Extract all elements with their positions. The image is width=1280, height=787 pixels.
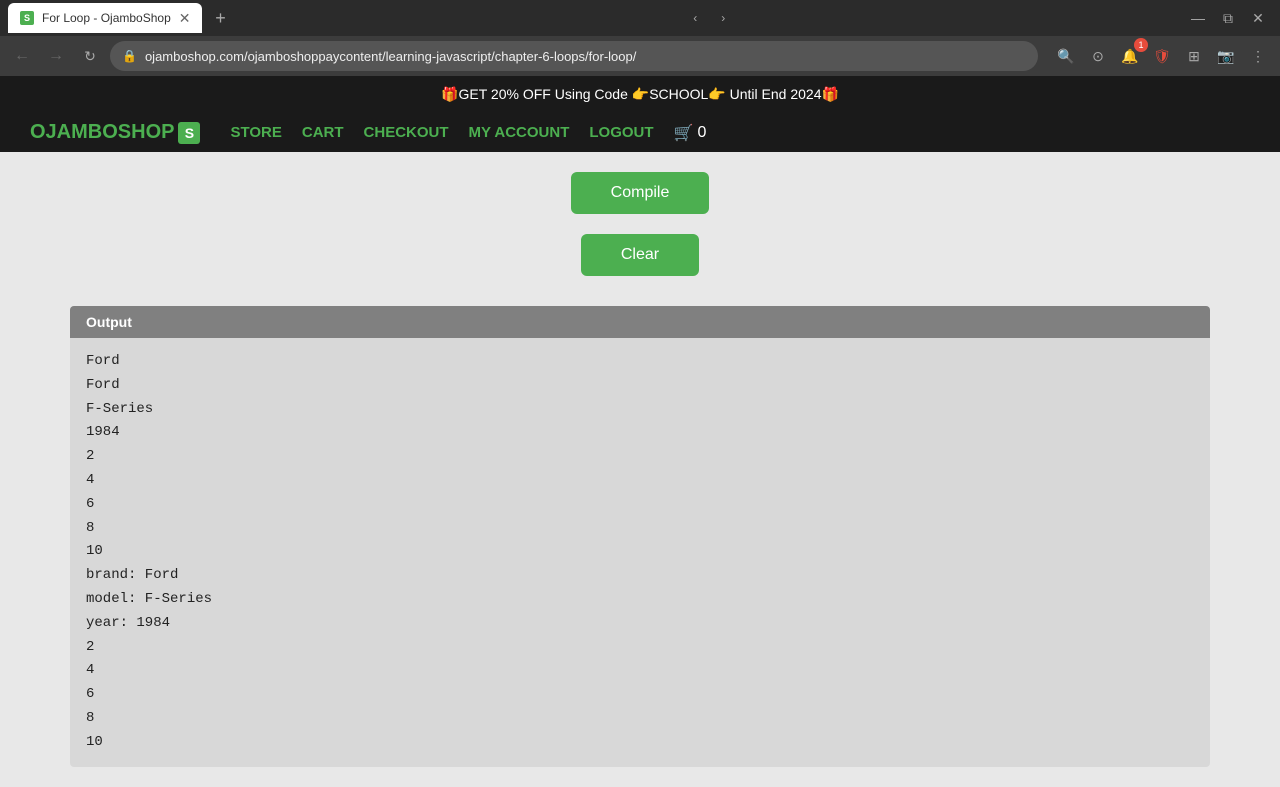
output-header: Output: [70, 306, 1210, 338]
close-window-button[interactable]: ✕: [1244, 4, 1272, 32]
extensions-button[interactable]: 🛡: [1148, 42, 1176, 70]
nav-store[interactable]: STORE: [230, 124, 281, 141]
tab-favicon: S: [20, 11, 34, 25]
nav-cart[interactable]: CART: [302, 124, 344, 141]
output-line: 4: [86, 469, 1194, 493]
reload-button[interactable]: ↻: [76, 42, 104, 70]
restore-button[interactable]: ⧉: [1214, 4, 1242, 32]
main-content: Compile Clear Output FordFordF-Series198…: [0, 152, 1280, 787]
tab-close-button[interactable]: ✕: [179, 10, 191, 27]
search-button[interactable]: 🔍: [1052, 42, 1080, 70]
logo-s: S: [178, 122, 200, 144]
cart-count: 0: [697, 124, 706, 142]
output-line: F-Series: [86, 398, 1194, 422]
output-line: 4: [86, 659, 1194, 683]
url-text: ojamboshop.com/ojamboshoppaycontent/lear…: [145, 49, 1026, 64]
tab-title: For Loop - OjamboShop: [42, 11, 171, 25]
compile-button[interactable]: Compile: [571, 172, 710, 214]
security-icon: 🔒: [122, 49, 137, 63]
clear-button[interactable]: Clear: [581, 234, 699, 276]
output-line: year: 1984: [86, 612, 1194, 636]
address-bar-row: ← → ↻ 🔒 ojamboshop.com/ojamboshoppaycont…: [0, 36, 1280, 76]
nav-links: STORE CART CHECKOUT MY ACCOUNT LOGOUT 🛒0: [230, 123, 706, 143]
tab-bar-controls: ‹ ›: [683, 6, 735, 30]
website: 🎁GET 20% OFF Using Code 👉SCHOOL👉 Until E…: [0, 76, 1280, 787]
output-line: Ford: [86, 350, 1194, 374]
active-tab[interactable]: S For Loop - OjamboShop ✕: [8, 3, 202, 33]
cart-icon-container[interactable]: 🛒0: [674, 123, 707, 143]
notification-button[interactable]: 🔔 1: [1116, 42, 1144, 70]
back-button[interactable]: ←: [8, 42, 36, 70]
output-line: 2: [86, 636, 1194, 660]
tab-scroll-left[interactable]: ‹: [683, 6, 707, 30]
output-line: model: F-Series: [86, 588, 1194, 612]
promo-text: 🎁GET 20% OFF Using Code 👉SCHOOL👉 Until E…: [441, 86, 839, 102]
output-body: FordFordF-Series1984246810brand: Fordmod…: [70, 338, 1210, 767]
sidebar-button[interactable]: ⊞: [1180, 42, 1208, 70]
output-line: 8: [86, 517, 1194, 541]
navbar: OJAMBOSHOP S STORE CART CHECKOUT MY ACCO…: [0, 113, 1280, 152]
output-line: 2: [86, 445, 1194, 469]
logo-text: OJAMBOSHOP: [30, 121, 174, 144]
new-tab-button[interactable]: +: [206, 4, 234, 32]
tab-bar: S For Loop - OjamboShop ✕ + ‹ › — ⧉ ✕: [0, 0, 1280, 36]
nav-logout[interactable]: LOGOUT: [589, 124, 653, 141]
output-section: Output FordFordF-Series1984246810brand: …: [70, 306, 1210, 767]
settings-button[interactable]: ⋮: [1244, 42, 1272, 70]
browser-chrome: S For Loop - OjamboShop ✕ + ‹ › — ⧉ ✕ ← …: [0, 0, 1280, 76]
screenshot-button[interactable]: 📷: [1212, 42, 1240, 70]
cart-emoji: 🛒: [674, 123, 694, 143]
browser-actions: 🔍 ⊙ 🔔 1 🛡 ⊞ 📷 ⋮: [1052, 42, 1272, 70]
output-line: Ford: [86, 374, 1194, 398]
promo-bar: 🎁GET 20% OFF Using Code 👉SCHOOL👉 Until E…: [0, 76, 1280, 113]
logo[interactable]: OJAMBOSHOP S: [30, 121, 200, 144]
output-line: 8: [86, 707, 1194, 731]
minimize-button[interactable]: —: [1184, 4, 1212, 32]
output-line: 6: [86, 683, 1194, 707]
output-line: 10: [86, 540, 1194, 564]
output-line: 6: [86, 493, 1194, 517]
forward-button[interactable]: →: [42, 42, 70, 70]
share-button[interactable]: ⊙: [1084, 42, 1112, 70]
nav-checkout[interactable]: CHECKOUT: [364, 124, 449, 141]
output-line: brand: Ford: [86, 564, 1194, 588]
notification-badge: 1: [1134, 38, 1148, 52]
address-bar[interactable]: 🔒 ojamboshop.com/ojamboshoppaycontent/le…: [110, 41, 1038, 71]
output-line: 10: [86, 731, 1194, 755]
nav-my-account[interactable]: MY ACCOUNT: [469, 124, 570, 141]
tab-scroll-right[interactable]: ›: [711, 6, 735, 30]
output-line: 1984: [86, 421, 1194, 445]
